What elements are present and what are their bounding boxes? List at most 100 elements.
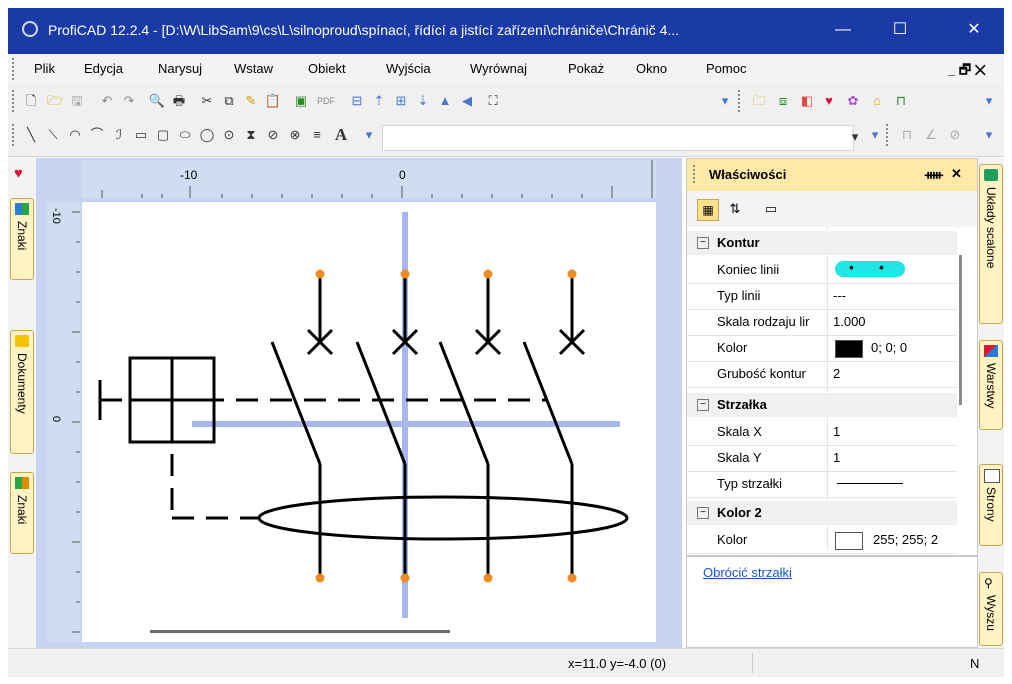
text-tool-icon[interactable]: A: [332, 126, 350, 144]
shapes-toolbar-grip-icon[interactable]: [886, 124, 892, 146]
tab-wyszukaj[interactable]: ⚲ Wyszu: [979, 572, 1003, 646]
menu-wyjscia[interactable]: Wyjścia: [386, 61, 431, 76]
properties-divider[interactable]: [687, 555, 977, 557]
wire-tool-icon[interactable]: ⊓: [898, 126, 916, 144]
prop-row-line-end[interactable]: Koniec linii • •: [687, 257, 957, 284]
polyline-tool-icon[interactable]: ⟍: [44, 126, 62, 144]
layout-icon[interactable]: ⊓: [892, 92, 910, 110]
category-kontur[interactable]: − Kontur: [687, 231, 957, 255]
menu-narysuj[interactable]: Narysuj: [158, 61, 202, 76]
bezier-tool-icon[interactable]: ℐ: [110, 126, 128, 144]
curve-tool-icon[interactable]: ⌒: [88, 126, 106, 144]
collapse-icon[interactable]: −: [697, 237, 709, 249]
menu-grip-icon[interactable]: [12, 58, 18, 80]
ellipse-filled-tool-icon[interactable]: ⊗: [286, 126, 304, 144]
align-up-icon[interactable]: ▲: [436, 92, 454, 110]
hat-icon[interactable]: ⌂: [868, 92, 886, 110]
save-icon[interactable]: 🖫: [68, 92, 86, 110]
flip-arrows-link[interactable]: Obrócić strzałki: [703, 565, 792, 580]
terminal-dot[interactable]: [483, 573, 493, 583]
tab-znaki[interactable]: Znaki: [10, 198, 34, 280]
menu-wstaw[interactable]: Wstaw: [234, 61, 273, 76]
print-preview-icon[interactable]: 🔍: [148, 92, 166, 110]
open-folder-icon[interactable]: 🗁: [46, 92, 64, 110]
angle-tool-icon[interactable]: ∠: [922, 126, 940, 144]
prop-row-color[interactable]: Kolor 0; 0; 0: [687, 335, 957, 362]
heart-icon[interactable]: ♥: [820, 92, 838, 110]
tab-strony[interactable]: Strony: [979, 464, 1003, 546]
toolbar3-overflow-icon[interactable]: ▾: [980, 92, 998, 110]
export-image-icon[interactable]: ▣: [292, 92, 310, 110]
panel-grip-icon[interactable]: [693, 165, 699, 183]
tab-uklady-scalone[interactable]: Układy scalone: [979, 164, 1003, 324]
text-input-combo[interactable]: [382, 125, 854, 151]
tab-dokumenty[interactable]: Dokumenty: [10, 330, 34, 454]
line-end-swatch[interactable]: • •: [835, 259, 905, 277]
tab-znaki-2[interactable]: Znaki: [10, 472, 34, 554]
print-icon[interactable]: 🖶: [170, 92, 188, 110]
terminal-dot[interactable]: [483, 269, 493, 279]
prop-row-arrow-type[interactable]: Typ strzałki: [687, 471, 957, 498]
panel-close-icon[interactable]: ✕: [951, 166, 962, 182]
category-strzalka[interactable]: − Strzałka: [687, 393, 957, 417]
terminal-dot[interactable]: [315, 269, 325, 279]
paste-icon[interactable]: 📋: [264, 92, 282, 110]
horizontal-scrollbar[interactable]: [150, 630, 450, 633]
redo-icon[interactable]: ↷: [120, 92, 138, 110]
minimize-button[interactable]: —: [823, 14, 863, 46]
toolbar-grip-icon[interactable]: [12, 90, 18, 112]
align-left-icon[interactable]: ⊟: [348, 92, 366, 110]
color-swatch[interactable]: [835, 340, 863, 358]
collapse-icon[interactable]: −: [697, 507, 709, 519]
terminal-dot[interactable]: [567, 269, 577, 279]
toolbar-overflow-icon[interactable]: ▾: [716, 92, 734, 110]
terminal-dot[interactable]: [567, 573, 577, 583]
ellipse-tool-icon[interactable]: ⬭: [176, 126, 194, 144]
folder-icon[interactable]: 🗀: [750, 92, 768, 110]
pin-icon[interactable]: ᚔ: [925, 167, 943, 183]
circle-center-tool-icon[interactable]: ⊙: [220, 126, 238, 144]
prop-row-scale-y[interactable]: Skala Y 1: [687, 445, 957, 472]
line-tool-icon[interactable]: ╲: [22, 126, 40, 144]
align-bottom-icon[interactable]: ⇣: [414, 92, 432, 110]
prop-row-line-scale[interactable]: Skala rodzaju lir 1.000: [687, 309, 957, 336]
components-icon[interactable]: ✿: [844, 92, 862, 110]
prop-row-line-type[interactable]: Typ linii ---: [687, 283, 957, 310]
property-pages-icon[interactable]: ▭: [761, 199, 781, 219]
close-button[interactable]: ✕: [954, 14, 994, 46]
categorized-icon[interactable]: ▦: [697, 199, 719, 221]
align-right-icon[interactable]: ◀: [458, 92, 476, 110]
prop-row-scale-x[interactable]: Skala X 1: [687, 419, 957, 446]
drawing-toolbar-grip-icon[interactable]: [12, 124, 18, 146]
select-frame-icon[interactable]: ⛶: [484, 92, 502, 110]
circle-tool-icon[interactable]: ◯: [198, 126, 216, 144]
drawing-page[interactable]: [82, 202, 656, 642]
color2-swatch[interactable]: [835, 532, 863, 550]
menu-plik[interactable]: Plik: [34, 61, 55, 76]
export-pdf-icon[interactable]: PDF: [314, 92, 338, 110]
network-icon[interactable]: ⧈: [774, 92, 792, 110]
menu-edycja[interactable]: Edycja: [84, 61, 123, 76]
terminal-dot[interactable]: [400, 573, 410, 583]
tab-warstwy[interactable]: Warstwy: [979, 340, 1003, 430]
align-top-icon[interactable]: ⇡: [370, 92, 388, 110]
cut-icon[interactable]: ✂: [198, 92, 216, 110]
no-entry-icon[interactable]: ⊘: [946, 126, 964, 144]
favorites-heart-icon[interactable]: ♥: [14, 166, 30, 182]
format-painter-icon[interactable]: ✎: [242, 92, 260, 110]
terminal-dot[interactable]: [400, 269, 410, 279]
new-file-icon[interactable]: 🗋: [22, 92, 40, 110]
collapse-icon[interactable]: −: [697, 399, 709, 411]
shapes-overflow-icon[interactable]: ▾: [980, 126, 998, 144]
undo-icon[interactable]: ↶: [98, 92, 116, 110]
toolbar2-grip-icon[interactable]: [738, 90, 744, 112]
menu-obiekt[interactable]: Obiekt: [308, 61, 346, 76]
sort-alpha-icon[interactable]: ⇅: [725, 199, 745, 219]
ellipse-cross-tool-icon[interactable]: ⊘: [264, 126, 282, 144]
menu-pokaz[interactable]: Pokaż: [568, 61, 604, 76]
arc-tool-icon[interactable]: ◠: [66, 126, 84, 144]
rounded-rect-tool-icon[interactable]: ▢: [154, 126, 172, 144]
prop-row-thickness[interactable]: Grubość kontur 2: [687, 361, 957, 388]
drawing-overflow-icon[interactable]: ▾: [360, 126, 378, 144]
mdi-window-controls[interactable]: _ 🗗 ✕: [948, 61, 986, 83]
